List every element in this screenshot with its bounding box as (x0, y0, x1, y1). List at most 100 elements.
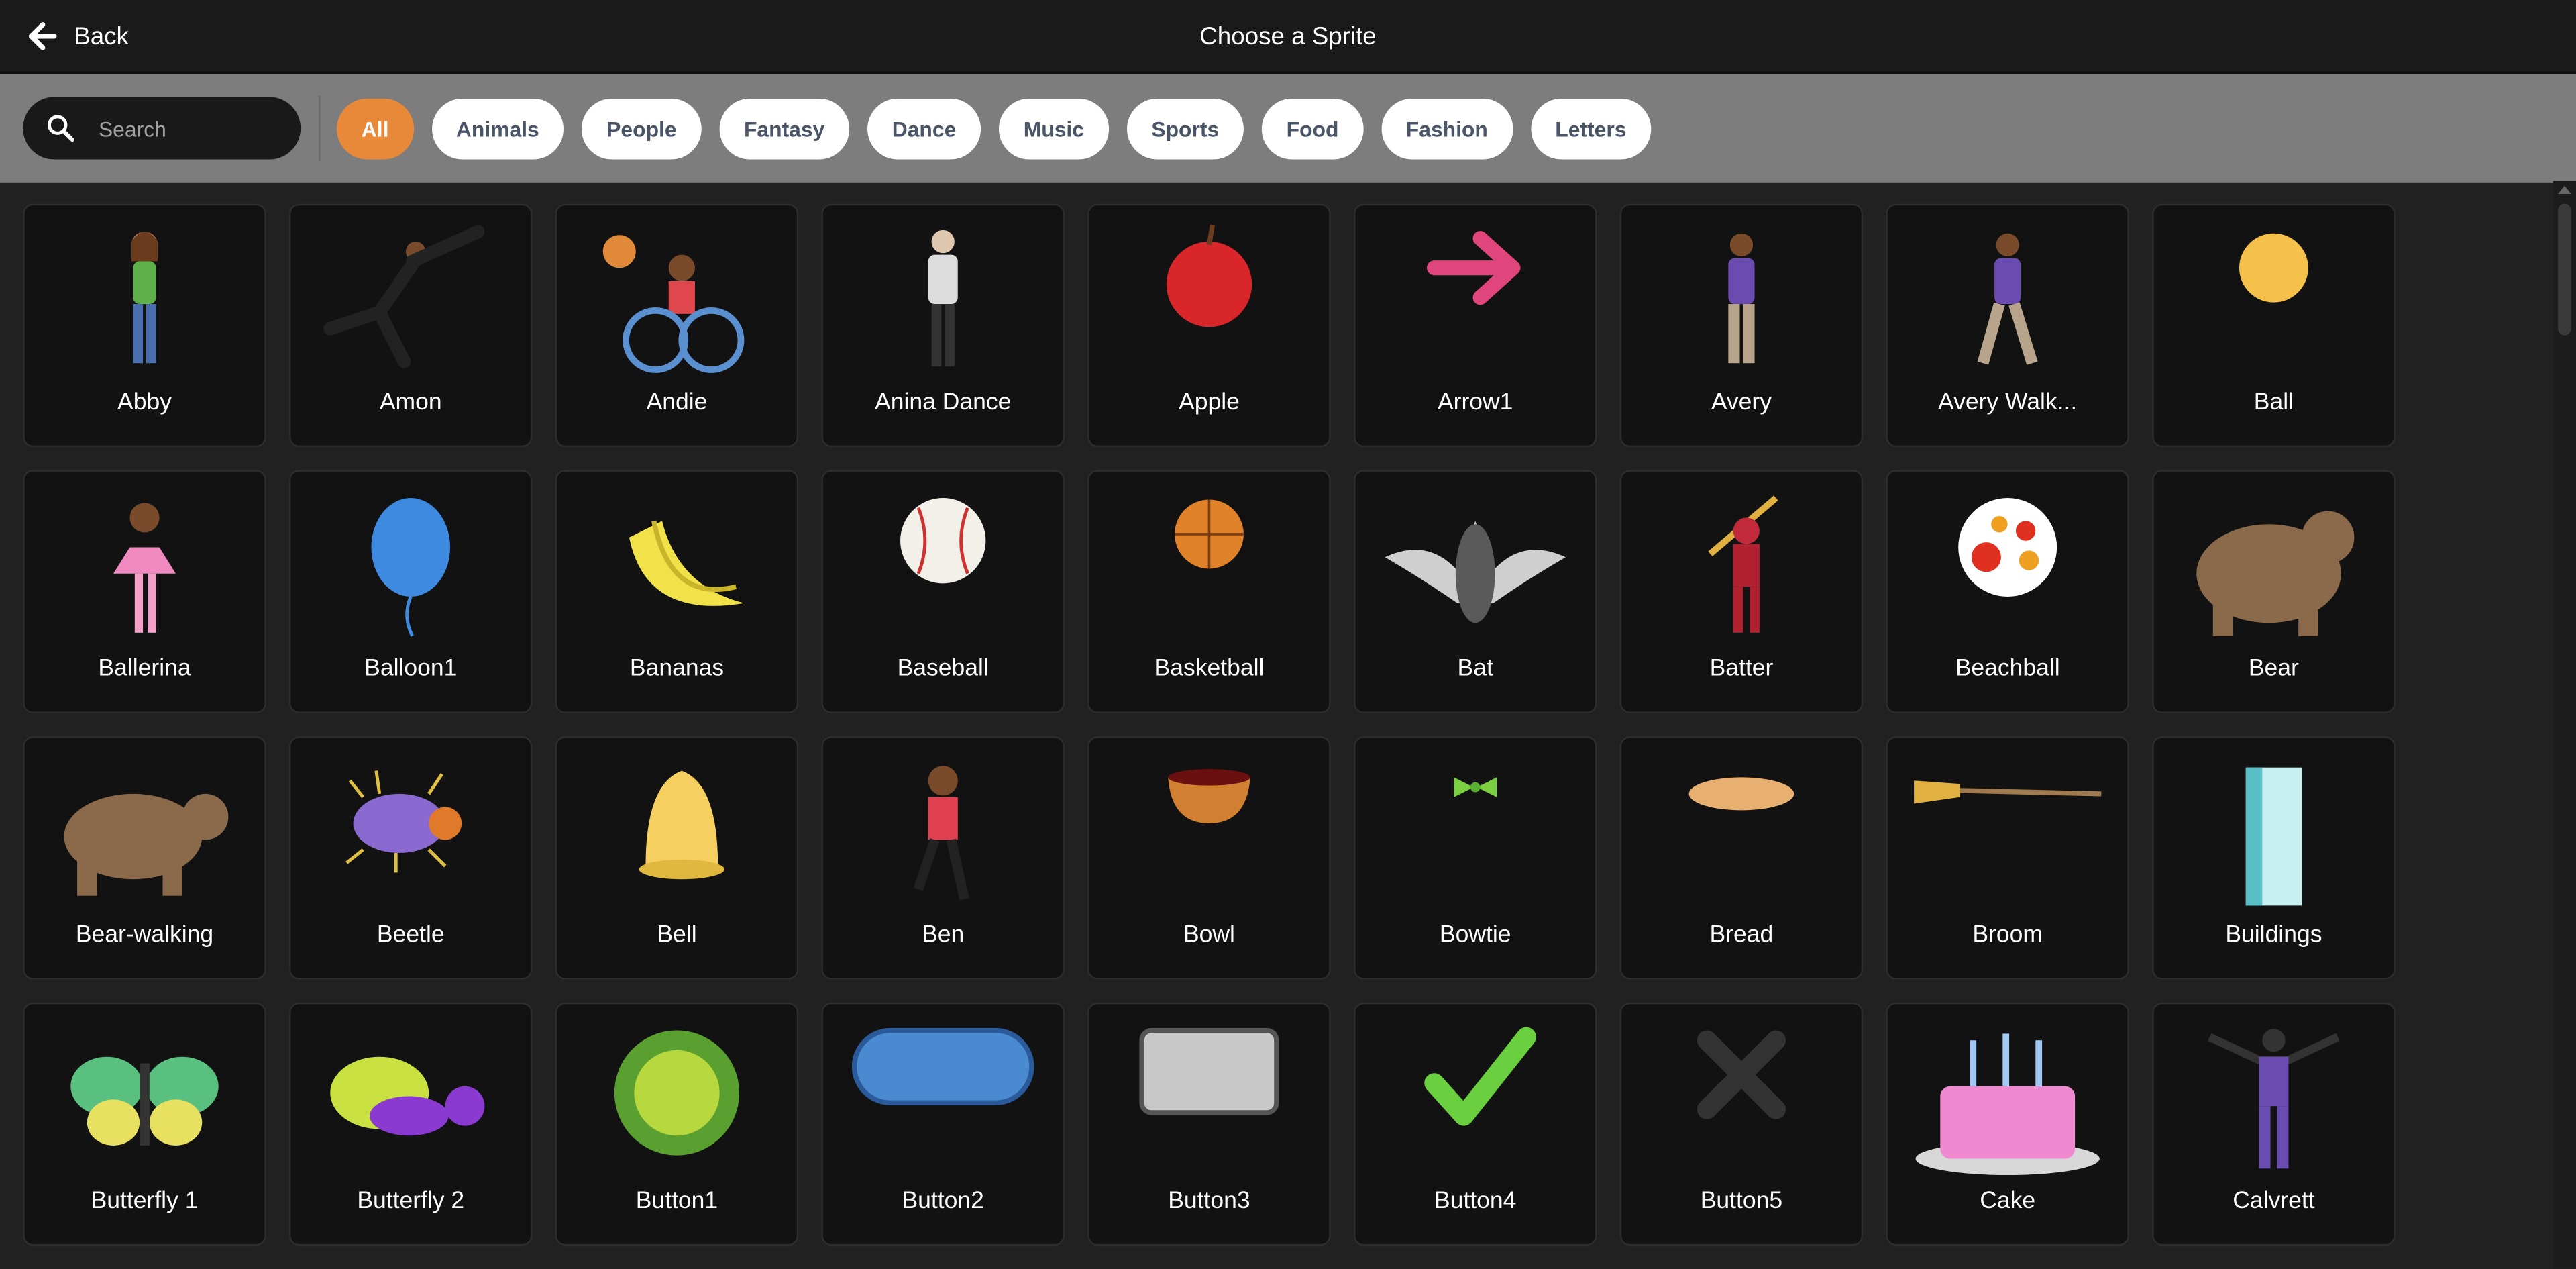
beachball-icon (1958, 498, 2057, 597)
sprite-tile-basketball[interactable]: Basketball (1087, 470, 1331, 713)
page-title: Choose a Sprite (1199, 22, 1377, 50)
sprite-label: Button4 (1434, 1188, 1517, 1215)
sprite-tile-abby[interactable]: Abby (23, 203, 266, 448)
sprite-label: Button2 (902, 1188, 984, 1215)
sprite-tile-avery[interactable]: Avery (1619, 203, 1864, 448)
tag-list: All Animals People Fantasy Dance Music S… (337, 97, 1652, 159)
sprite-label: Buildings (2225, 921, 2322, 949)
scrollbar-thumb[interactable] (2558, 203, 2571, 336)
button3-icon (1139, 1027, 1279, 1115)
butterfly-icon (70, 1056, 219, 1146)
sprite-label: Calvrett (2233, 1188, 2315, 1215)
sprite-tile-button3[interactable]: Button3 (1087, 1002, 1331, 1246)
arrow-icon (1426, 231, 1521, 305)
avery-walking-icon (1977, 233, 2038, 365)
sprite-tile-bat[interactable]: Bat (1353, 470, 1597, 713)
sprite-tile-baseball[interactable]: Baseball (821, 470, 1065, 713)
back-button[interactable]: Back (28, 21, 129, 51)
tag-all[interactable]: All (337, 97, 414, 159)
sprite-tile-bear-walking[interactable]: Bear-walking (23, 736, 266, 980)
sprite-label: Bowl (1183, 921, 1235, 949)
search-box[interactable] (23, 97, 301, 160)
sprite-label: Beachball (1955, 656, 2060, 682)
scrollbar[interactable] (2553, 181, 2576, 1269)
filter-divider (319, 95, 321, 162)
sprite-grid: Abby Amon Andie Anina Dance Apple Arrow1… (23, 203, 2396, 1246)
sprite-tile-ben[interactable]: Ben (821, 736, 1065, 980)
bowl-icon (1168, 769, 1250, 823)
sprite-tile-andie[interactable]: Andie (555, 203, 799, 448)
tag-sports[interactable]: Sports (1126, 97, 1244, 159)
cake-icon (1915, 1033, 2100, 1176)
sprite-tile-balloon1[interactable]: Balloon1 (289, 470, 533, 713)
sprite-label: Bear (2248, 656, 2299, 682)
ball-icon (2239, 233, 2308, 303)
sprite-label: Batter (1709, 656, 1774, 682)
sprite-tile-batter[interactable]: Batter (1619, 470, 1864, 713)
buildings-icon (2245, 767, 2302, 906)
sprite-tile-beetle[interactable]: Beetle (289, 736, 533, 980)
back-arrow-icon (28, 22, 57, 50)
abby-icon (131, 232, 158, 364)
sprite-tile-bowl[interactable]: Bowl (1087, 736, 1331, 980)
sprite-label: Balloon1 (364, 656, 458, 682)
sprite-tile-amon[interactable]: Amon (289, 203, 533, 448)
calvrett-icon (2208, 1029, 2340, 1169)
sprite-tile-bowtie[interactable]: Bowtie (1353, 736, 1597, 980)
sprite-tile-anina-dance[interactable]: Anina Dance (821, 203, 1065, 448)
tag-fantasy[interactable]: Fantasy (719, 97, 850, 159)
sprite-label: Bowtie (1439, 921, 1511, 949)
sprite-tile-button1[interactable]: Button1 (555, 1002, 799, 1246)
tag-fashion[interactable]: Fashion (1381, 97, 1513, 159)
sprite-label: Ball (2253, 389, 2294, 416)
tag-people[interactable]: People (582, 97, 702, 159)
sprite-label: Basketball (1154, 656, 1265, 682)
sprite-tile-butterfly-2[interactable]: Butterfly 2 (289, 1002, 533, 1246)
back-label: Back (74, 22, 129, 50)
sprite-tile-bananas[interactable]: Bananas (555, 470, 799, 713)
ben-icon (914, 766, 969, 901)
ballerina-icon (113, 503, 176, 633)
sprite-tile-cake[interactable]: Cake (1886, 1002, 2129, 1246)
sprite-tile-calvrett[interactable]: Calvrett (2152, 1002, 2396, 1246)
tag-dance[interactable]: Dance (867, 97, 981, 159)
scroll-up-arrow-icon[interactable] (2558, 185, 2571, 194)
anina-dance-icon (928, 230, 958, 367)
sprite-label: Butterfly 1 (91, 1188, 199, 1215)
batter-icon (1708, 495, 1778, 633)
sprite-label: Button5 (1700, 1188, 1783, 1215)
tag-food[interactable]: Food (1261, 97, 1364, 159)
sprite-tile-bell[interactable]: Bell (555, 736, 799, 980)
tag-letters[interactable]: Letters (1530, 97, 1652, 159)
tag-animals[interactable]: Animals (431, 97, 564, 159)
header: Back Choose a Sprite (0, 0, 2576, 74)
sprite-tile-avery-walking[interactable]: Avery Walk... (1886, 203, 2129, 448)
button2-icon (851, 1027, 1034, 1105)
sprite-tile-arrow1[interactable]: Arrow1 (1353, 203, 1597, 448)
broom-icon (1914, 780, 2102, 804)
tag-music[interactable]: Music (998, 97, 1109, 159)
sprite-tile-beachball[interactable]: Beachball (1886, 470, 2129, 713)
sprite-tile-bear[interactable]: Bear (2152, 470, 2396, 713)
sprite-tile-button5[interactable]: Button5 (1619, 1002, 1864, 1246)
bananas-icon (629, 520, 745, 606)
apple-icon (1166, 224, 1252, 327)
avery-icon (1728, 233, 1755, 364)
sprite-tile-button2[interactable]: Button2 (821, 1002, 1065, 1246)
sprite-tile-button4[interactable]: Button4 (1353, 1002, 1597, 1246)
search-input[interactable] (95, 114, 283, 142)
basketball-icon (1175, 499, 1244, 569)
sprite-label: Beetle (376, 921, 445, 949)
sprite-tile-bread[interactable]: Bread (1619, 736, 1864, 980)
sprite-tile-ballerina[interactable]: Ballerina (23, 470, 266, 713)
sprite-tile-buildings[interactable]: Buildings (2152, 736, 2396, 980)
sprite-label: Bananas (629, 656, 724, 682)
sprite-label: Bat (1457, 656, 1493, 682)
sprite-tile-apple[interactable]: Apple (1087, 203, 1331, 448)
sprite-tile-ball[interactable]: Ball (2152, 203, 2396, 448)
search-icon (48, 115, 74, 142)
sprite-tile-butterfly-1[interactable]: Butterfly 1 (23, 1002, 266, 1246)
sprite-label: Abby (117, 389, 172, 416)
sprite-label: Avery (1711, 389, 1772, 416)
sprite-tile-broom[interactable]: Broom (1886, 736, 2129, 980)
